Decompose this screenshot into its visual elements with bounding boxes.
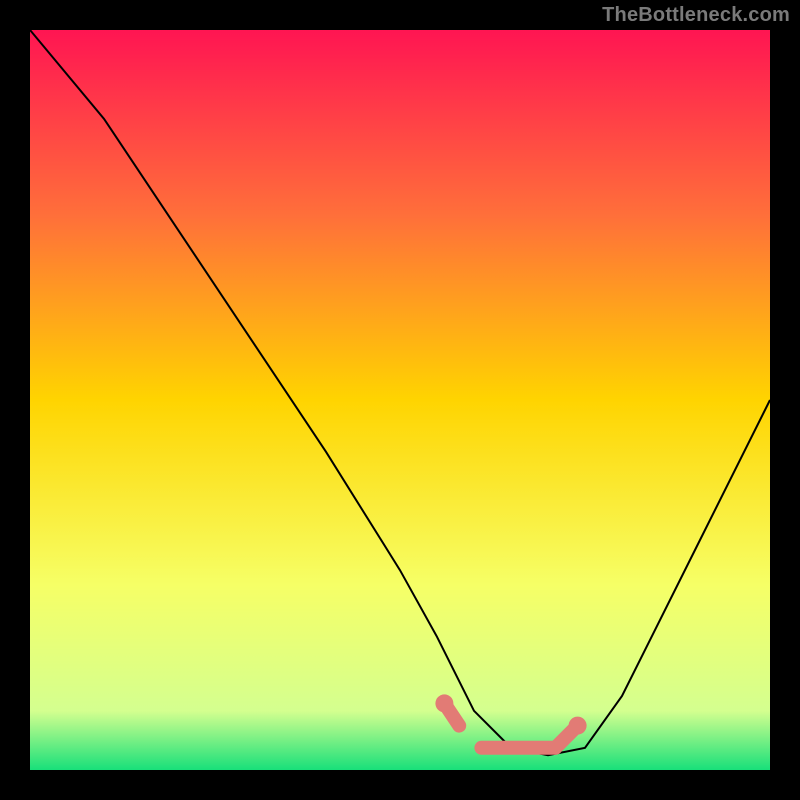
highlight-region (435, 694, 586, 747)
curve-line (30, 30, 770, 755)
watermark-label: TheBottleneck.com (602, 4, 790, 27)
highlight-dot (435, 694, 453, 712)
bottleneck-curve (30, 30, 770, 770)
plot-area (30, 30, 770, 770)
highlight-dot (569, 717, 587, 735)
chart-frame: TheBottleneck.com (0, 0, 800, 800)
